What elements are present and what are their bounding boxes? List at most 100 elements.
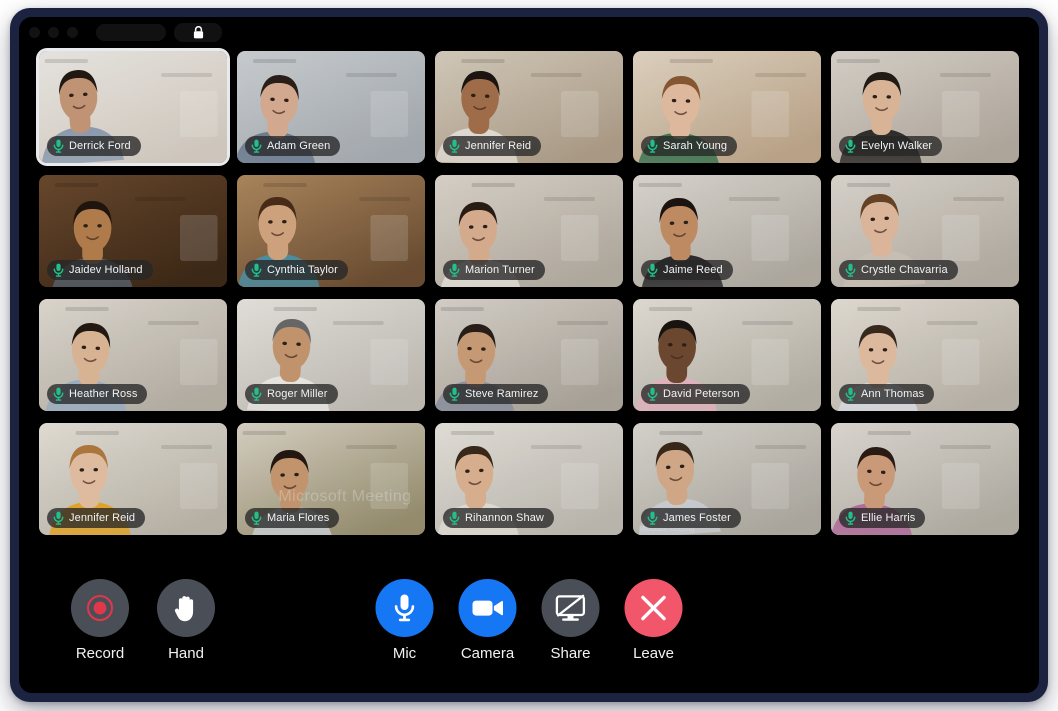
participant-name-badge: Marion Turner bbox=[443, 260, 545, 280]
participant-name-badge: Jaidev Holland bbox=[47, 260, 153, 280]
participant-name: Jaime Reed bbox=[663, 263, 723, 276]
participant-tile[interactable]: Derrick Ford bbox=[39, 51, 227, 163]
participant-name-badge: Maria Flores bbox=[245, 508, 340, 528]
microphone-icon bbox=[845, 263, 856, 277]
microphone-icon bbox=[53, 139, 64, 153]
participant-tile[interactable]: Ellie Harris bbox=[831, 423, 1019, 535]
participant-name-badge: Evelyn Walker bbox=[839, 136, 943, 156]
participant-name-badge: Jennifer Reid bbox=[47, 508, 146, 528]
participant-name-badge: David Peterson bbox=[641, 384, 750, 404]
close-x-icon bbox=[641, 595, 666, 621]
participant-name-badge: Ellie Harris bbox=[839, 508, 926, 528]
participant-tile[interactable]: Crystle Chavarria bbox=[831, 175, 1019, 287]
participant-name: Crystle Chavarria bbox=[861, 263, 948, 276]
participant-name: Ellie Harris bbox=[861, 511, 916, 524]
control-leave-button[interactable]: Leave bbox=[624, 579, 683, 662]
microphone-icon bbox=[251, 139, 262, 153]
participant-name-badge: Derrick Ford bbox=[47, 136, 141, 156]
raise-hand-icon-circle[interactable] bbox=[157, 579, 215, 637]
control-label: Camera bbox=[460, 645, 515, 662]
control-mic-button[interactable]: Mic bbox=[375, 579, 434, 661]
participant-name: David Peterson bbox=[663, 387, 740, 400]
microphone-icon bbox=[647, 139, 658, 153]
raise-hand-icon bbox=[174, 596, 194, 622]
participant-tile[interactable]: Microsoft Meeting James Foster bbox=[633, 423, 821, 535]
address-pill[interactable] bbox=[96, 23, 166, 41]
window-body: Derrick Ford Adam Green Jennifer Reid Sarah… bbox=[19, 17, 1039, 693]
participant-tile[interactable]: Roger Miller bbox=[237, 299, 425, 411]
control-label: Record bbox=[75, 645, 125, 662]
control-label: Leave bbox=[633, 645, 674, 662]
microphone-icon bbox=[845, 387, 856, 401]
titlebar bbox=[19, 17, 1039, 47]
participant-name: Heather Ross bbox=[69, 387, 138, 400]
control-hand-button[interactable]: Hand bbox=[157, 579, 215, 661]
app-root: Derrick Ford Adam Green Jennifer Reid Sarah… bbox=[0, 0, 1058, 711]
participant-name: Sarah Young bbox=[663, 139, 728, 152]
microphone-icon bbox=[449, 387, 460, 401]
participant-tile[interactable]: Heather Ross bbox=[39, 299, 227, 411]
participant-name-badge: Ann Thomas bbox=[839, 384, 935, 404]
window-frame: Derrick Ford Adam Green Jennifer Reid Sarah… bbox=[10, 8, 1048, 702]
microphone-icon bbox=[449, 511, 460, 525]
microphone-icon bbox=[845, 139, 856, 153]
participant-tile[interactable]: Microsoft Meeting Maria Flores bbox=[237, 423, 425, 535]
control-share-button[interactable]: Share bbox=[541, 579, 600, 662]
participant-name: Maria Flores bbox=[267, 511, 330, 524]
microphone-icon bbox=[53, 511, 64, 525]
control-group-center: Mic Camera Share Leave bbox=[375, 579, 683, 662]
microphone-icon bbox=[845, 511, 856, 525]
participant-name: James Foster bbox=[663, 511, 731, 524]
control-record-button[interactable]: Record bbox=[71, 579, 129, 661]
traffic-light-maximize-icon[interactable] bbox=[67, 26, 78, 38]
participant-tile[interactable]: Jaidev Holland bbox=[39, 175, 227, 287]
participant-tile[interactable]: Evelyn Walker bbox=[831, 51, 1019, 163]
control-bar: Record Hand Mic Camera Share Leave bbox=[19, 565, 1039, 693]
participant-name: Cynthia Taylor bbox=[267, 263, 338, 276]
participant-name-badge: Jaime Reed bbox=[641, 260, 733, 280]
participant-name-badge: Jennifer Reid bbox=[443, 136, 542, 156]
participant-name: Roger Miller bbox=[267, 387, 328, 400]
participant-name: Ann Thomas bbox=[861, 387, 925, 400]
participant-tile[interactable]: Jennifer Reid bbox=[435, 51, 623, 163]
participant-name: Jennifer Reid bbox=[69, 511, 136, 524]
microphone-icon bbox=[251, 263, 262, 277]
video-camera-icon-circle[interactable] bbox=[458, 579, 517, 637]
participant-name-badge: Heather Ross bbox=[47, 384, 148, 404]
participant-tile[interactable]: Jennifer Reid bbox=[39, 423, 227, 535]
microphone-icon bbox=[449, 263, 460, 277]
participant-name-badge: Steve Ramirez bbox=[443, 384, 549, 404]
traffic-light-close-icon[interactable] bbox=[29, 26, 40, 38]
participant-name-badge: Crystle Chavarria bbox=[839, 260, 958, 280]
lock-icon bbox=[193, 25, 203, 38]
control-camera-button[interactable]: Camera bbox=[458, 579, 517, 662]
participant-name: Jennifer Reid bbox=[465, 139, 532, 152]
microphone-icon bbox=[647, 387, 658, 401]
microphone-icon bbox=[251, 511, 262, 525]
video-camera-icon bbox=[472, 600, 503, 616]
lock-pill[interactable] bbox=[174, 22, 222, 42]
record-icon-circle[interactable] bbox=[71, 579, 129, 637]
microphone-icon bbox=[647, 263, 658, 277]
participant-name: Rihannon Shaw bbox=[465, 511, 544, 524]
control-label: Share bbox=[550, 645, 591, 662]
participant-tile[interactable]: Marion Turner bbox=[435, 175, 623, 287]
participant-name: Evelyn Walker bbox=[861, 139, 933, 152]
traffic-light-minimize-icon[interactable] bbox=[48, 26, 59, 38]
participant-name: Derrick Ford bbox=[69, 139, 131, 152]
participant-name-badge: Roger Miller bbox=[245, 384, 338, 404]
participant-tile[interactable]: Rihannon Shaw bbox=[435, 423, 623, 535]
participant-name-badge: Sarah Young bbox=[641, 136, 738, 156]
participant-tile[interactable]: Cynthia Taylor bbox=[237, 175, 425, 287]
participant-tile[interactable]: Adam Green bbox=[237, 51, 425, 163]
participant-tile[interactable]: Steve Ramirez bbox=[435, 299, 623, 411]
close-x-icon-circle[interactable] bbox=[624, 579, 683, 637]
microphone-icon bbox=[449, 139, 460, 153]
participant-name: Adam Green bbox=[267, 139, 331, 152]
participant-tile[interactable]: Ann Thomas bbox=[831, 299, 1019, 411]
participant-tile[interactable]: David Peterson bbox=[633, 299, 821, 411]
participant-tile[interactable]: Jaime Reed bbox=[633, 175, 821, 287]
microphone-icon-circle[interactable] bbox=[375, 579, 434, 637]
participant-tile[interactable]: Sarah Young bbox=[633, 51, 821, 163]
screen-share-off-icon-circle[interactable] bbox=[541, 579, 600, 637]
